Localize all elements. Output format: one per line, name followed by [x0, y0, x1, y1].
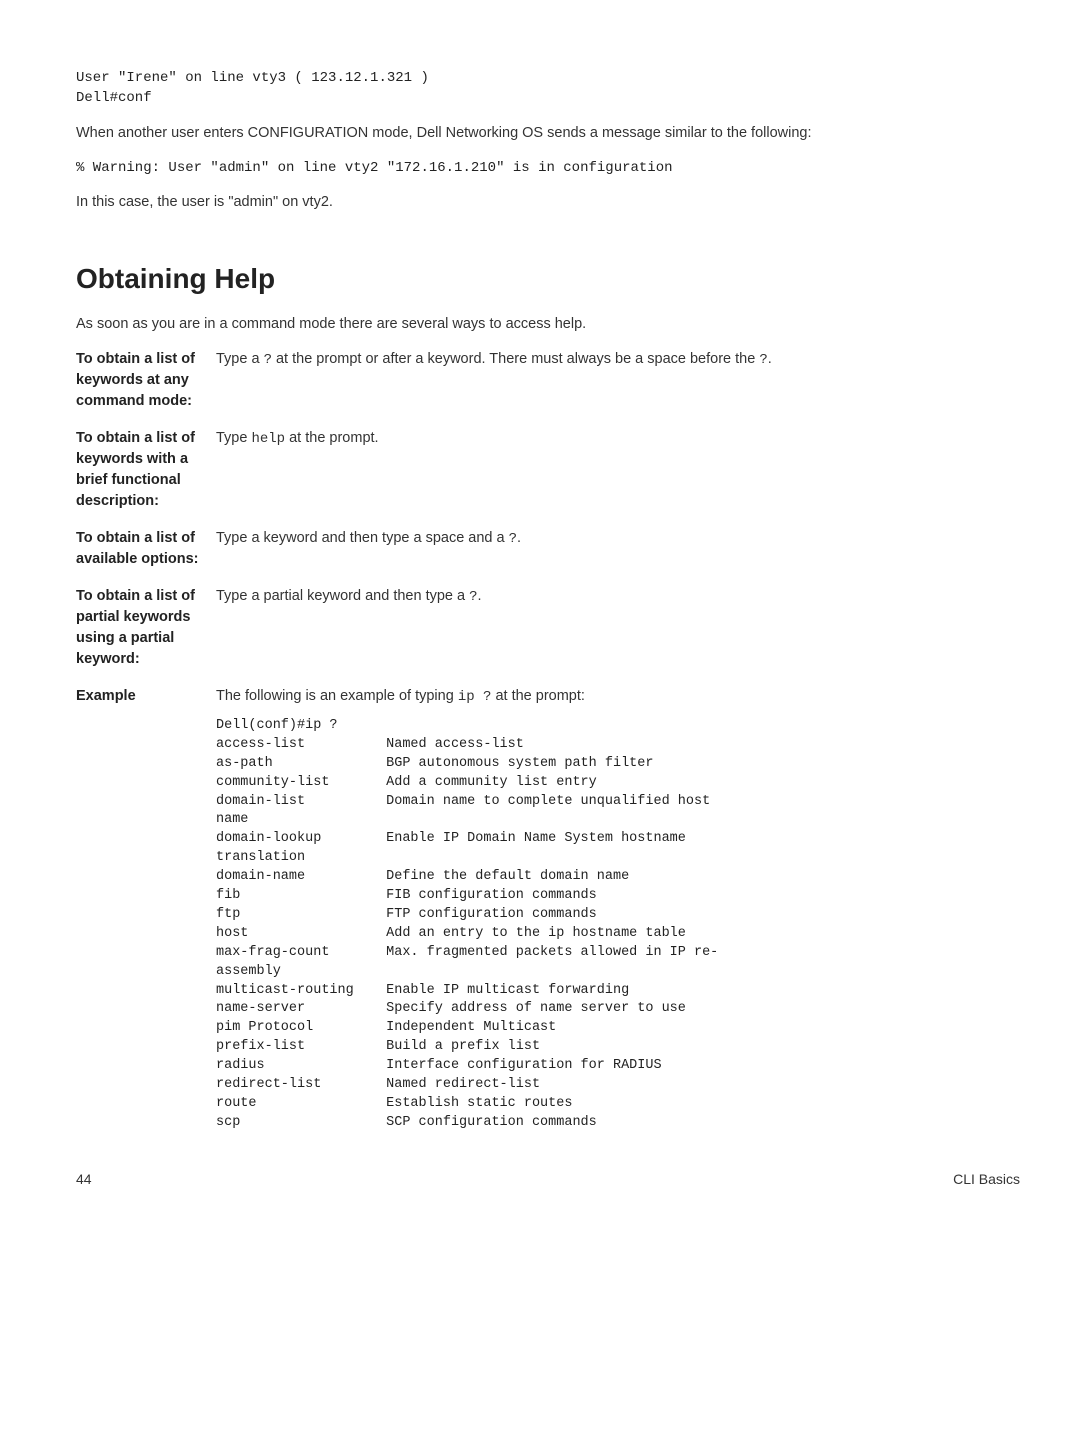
- footer-title: CLI Basics: [953, 1169, 1020, 1189]
- help-row-options: To obtain a list of available options: T…: [76, 528, 1020, 570]
- mono-question: ?: [469, 589, 477, 605]
- help-row-brief-desc: To obtain a list of keywords with a brie…: [76, 428, 1020, 512]
- mono-ip: ip ?: [458, 689, 492, 705]
- def-example: The following is an example of typing ip…: [216, 686, 1020, 1133]
- term-brief-desc: To obtain a list of keywords with a brie…: [76, 428, 216, 512]
- mono-question: ?: [509, 531, 517, 547]
- term-options: To obtain a list of available options:: [76, 528, 216, 570]
- page-number: 44: [76, 1169, 92, 1189]
- paragraph-config-mode: When another user enters CONFIGURATION m…: [76, 123, 1020, 144]
- mono-help: help: [251, 431, 285, 447]
- intro-paragraph: As soon as you are in a command mode the…: [76, 314, 1020, 335]
- term-example: Example: [76, 686, 216, 707]
- term-keywords-mode: To obtain a list of keywords at any comm…: [76, 349, 216, 412]
- mono-question: ?: [264, 352, 272, 368]
- help-row-keywords-mode: To obtain a list of keywords at any comm…: [76, 349, 1020, 412]
- section-heading: Obtaining Help: [76, 259, 1020, 300]
- help-row-partial: To obtain a list of partial keywords usi…: [76, 586, 1020, 670]
- mono-question: ?: [759, 352, 767, 368]
- term-partial: To obtain a list of partial keywords usi…: [76, 586, 216, 670]
- def-options: Type a keyword and then type a space and…: [216, 528, 1020, 549]
- page-footer: 44 CLI Basics: [76, 1169, 1020, 1189]
- code-block-warning: % Warning: User "admin" on line vty2 "17…: [76, 158, 1020, 178]
- paragraph-admin-note: In this case, the user is "admin" on vty…: [76, 192, 1020, 213]
- code-block-user-line: User "Irene" on line vty3 ( 123.12.1.321…: [76, 68, 1020, 109]
- help-row-example: Example The following is an example of t…: [76, 686, 1020, 1133]
- example-output: Dell(conf)#ip ? access-list Named access…: [216, 717, 1020, 1133]
- def-brief-desc: Type help at the prompt.: [216, 428, 1020, 449]
- def-keywords-mode: Type a ? at the prompt or after a keywor…: [216, 349, 1020, 370]
- def-partial: Type a partial keyword and then type a ?…: [216, 586, 1020, 607]
